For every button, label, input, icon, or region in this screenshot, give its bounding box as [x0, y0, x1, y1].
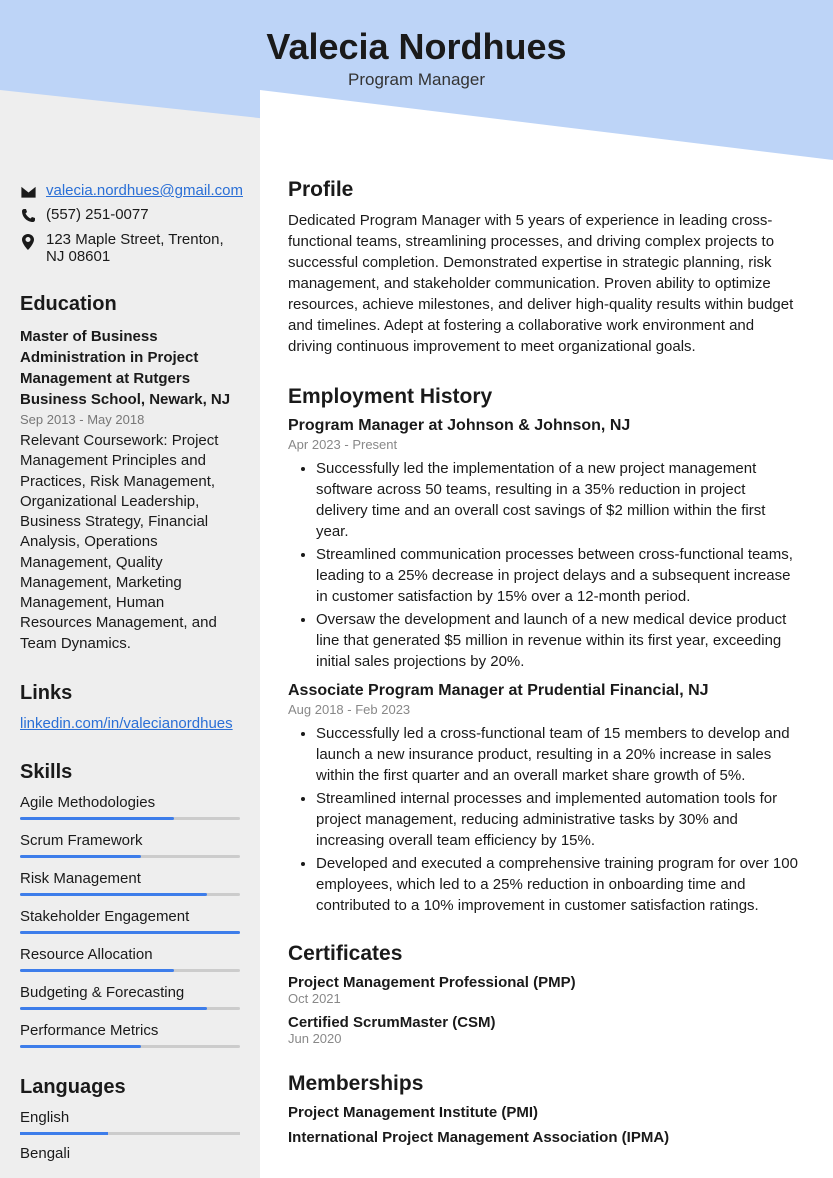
employment-heading: Employment History [288, 385, 801, 409]
name-block: Valecia Nordhues Program Manager [0, 26, 833, 90]
skill-name: Agile Methodologies [20, 794, 240, 811]
language-bar [20, 1132, 240, 1135]
skill-fill [20, 817, 174, 820]
email-link[interactable]: valecia.nordhues@gmail.com [46, 182, 243, 199]
certificates-heading: Certificates [288, 942, 801, 966]
skill-name: Budgeting & Forecasting [20, 984, 240, 1001]
job-dates: Apr 2023 - Present [288, 437, 801, 452]
memberships-heading: Memberships [288, 1072, 801, 1096]
job-bullet: Oversaw the development and launch of a … [316, 609, 801, 672]
membership-item: Project Management Institute (PMI) [288, 1104, 801, 1121]
job-dates: Aug 2018 - Feb 2023 [288, 702, 801, 717]
skill-bar [20, 931, 240, 934]
certificate-title: Certified ScrumMaster (CSM) [288, 1014, 801, 1031]
skill-fill [20, 855, 141, 858]
job-bullet: Developed and executed a comprehensive t… [316, 853, 801, 916]
skill-item: Stakeholder Engagement [20, 908, 240, 934]
language-item: Bengali [20, 1145, 240, 1162]
certificate-title: Project Management Professional (PMP) [288, 974, 801, 991]
person-title: Program Manager [0, 70, 833, 90]
languages-heading: Languages [20, 1076, 240, 1099]
skill-bar [20, 1045, 240, 1048]
skill-item: Agile Methodologies [20, 794, 240, 820]
language-item: English [20, 1109, 240, 1135]
envelope-icon [20, 185, 36, 202]
contact-phone-row: (557) 251-0077 [20, 206, 240, 227]
profile-heading: Profile [288, 178, 801, 202]
job-title: Program Manager at Johnson & Johnson, NJ [288, 417, 801, 435]
job-bullet: Streamlined communication processes betw… [316, 544, 801, 607]
certificate-item: Certified ScrumMaster (CSM) Jun 2020 [288, 1014, 801, 1046]
language-name: English [20, 1109, 240, 1126]
skill-item: Risk Management [20, 870, 240, 896]
skills-heading: Skills [20, 761, 240, 784]
skill-fill [20, 969, 174, 972]
job-bullets: Successfully led a cross-functional team… [288, 723, 801, 916]
job-item: Program Manager at Johnson & Johnson, NJ… [288, 417, 801, 672]
education-description: Relevant Coursework: Project Management … [20, 431, 240, 654]
skill-bar [20, 893, 240, 896]
certificate-date: Jun 2020 [288, 1031, 801, 1046]
phone-icon [20, 209, 36, 227]
membership-item: International Project Management Associa… [288, 1129, 801, 1146]
skill-bar [20, 1007, 240, 1010]
skill-fill [20, 1007, 207, 1010]
language-name: Bengali [20, 1145, 240, 1162]
skill-item: Resource Allocation [20, 946, 240, 972]
skill-name: Performance Metrics [20, 1022, 240, 1039]
skill-item: Scrum Framework [20, 832, 240, 858]
language-fill [20, 1132, 108, 1135]
certificate-date: Oct 2021 [288, 991, 801, 1006]
skill-item: Budgeting & Forecasting [20, 984, 240, 1010]
skill-name: Resource Allocation [20, 946, 240, 963]
job-bullet: Successfully led a cross-functional team… [316, 723, 801, 786]
linkedin-link[interactable]: linkedin.com/in/valecianordhues [20, 715, 233, 732]
address-text: 123 Maple Street, Trenton, NJ 08601 [46, 231, 240, 265]
contact-address-row: 123 Maple Street, Trenton, NJ 08601 [20, 231, 240, 265]
skill-name: Stakeholder Engagement [20, 908, 240, 925]
profile-text: Dedicated Program Manager with 5 years o… [288, 210, 801, 357]
skill-fill [20, 893, 207, 896]
skill-item: Performance Metrics [20, 1022, 240, 1048]
skill-fill [20, 1045, 141, 1048]
job-item: Associate Program Manager at Prudential … [288, 682, 801, 916]
phone-text: (557) 251-0077 [46, 206, 149, 223]
person-name: Valecia Nordhues [0, 26, 833, 68]
skill-name: Risk Management [20, 870, 240, 887]
job-bullets: Successfully led the implementation of a… [288, 458, 801, 672]
links-heading: Links [20, 682, 240, 705]
skill-bar [20, 817, 240, 820]
location-pin-icon [20, 234, 36, 254]
education-degree: Master of Business Administration in Pro… [20, 326, 240, 410]
certificate-item: Project Management Professional (PMP) Oc… [288, 974, 801, 1006]
skill-bar [20, 969, 240, 972]
skill-name: Scrum Framework [20, 832, 240, 849]
job-bullet: Successfully led the implementation of a… [316, 458, 801, 542]
contact-email-row: valecia.nordhues@gmail.com [20, 182, 240, 202]
job-bullet: Streamlined internal processes and imple… [316, 788, 801, 851]
skill-bar [20, 855, 240, 858]
skill-fill [20, 931, 240, 934]
education-dates: Sep 2013 - May 2018 [20, 412, 240, 427]
job-title: Associate Program Manager at Prudential … [288, 682, 801, 700]
education-heading: Education [20, 293, 240, 316]
